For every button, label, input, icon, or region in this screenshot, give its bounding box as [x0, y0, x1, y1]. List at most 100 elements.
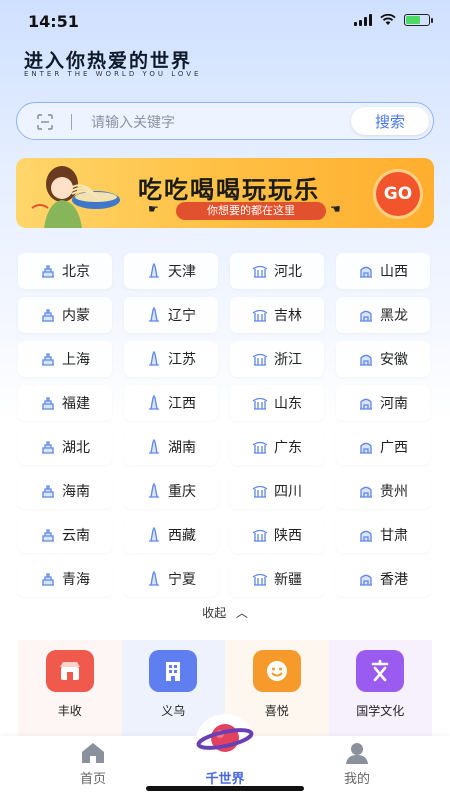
province-label: 浙江 [274, 352, 302, 368]
culture-icon [371, 659, 389, 682]
scan-icon[interactable] [37, 114, 53, 130]
province-item[interactable]: 贵州 [336, 473, 430, 509]
landmark-icon [149, 307, 159, 322]
promo-banner[interactable]: 吃吃喝喝玩玩乐 ☛ 你想要的都在这里 ☚ GO [16, 158, 434, 228]
category-label: 义乌 [161, 704, 186, 718]
landmark-icon [42, 397, 54, 410]
pointing-hand-icon: ☛ [148, 202, 159, 216]
province-item[interactable]: 青海 [18, 561, 112, 597]
province-label: 广东 [274, 440, 302, 456]
province-item[interactable]: 云南 [18, 517, 112, 553]
province-item[interactable]: 山西 [336, 253, 430, 289]
category-item[interactable]: 丰收 [18, 640, 122, 736]
banner-title: 吃吃喝喝玩玩乐 [138, 176, 320, 204]
landmark-icon [42, 353, 54, 366]
province-item[interactable]: 浙江 [230, 341, 324, 377]
page-subtitle: ENTER THE WORLD YOU LOVE [24, 70, 202, 78]
province-item[interactable]: 黑龙 [336, 297, 430, 333]
province-item[interactable]: 北京 [18, 253, 112, 289]
province-label: 陕西 [274, 528, 302, 544]
province-item[interactable]: 江苏 [124, 341, 218, 377]
category-tile [252, 650, 301, 692]
category-item[interactable]: 国学文化 [328, 640, 432, 736]
category-tile [45, 650, 94, 692]
smile-icon [266, 661, 287, 681]
province-label: 天津 [168, 264, 196, 280]
landmark-icon [360, 574, 372, 586]
province-label: 广西 [380, 440, 408, 456]
page-title: 进入你热爱的世界 [24, 50, 193, 72]
province-item[interactable]: 广东 [230, 429, 324, 465]
province-label: 山西 [380, 264, 408, 280]
go-button[interactable]: GO [376, 172, 420, 216]
tab-home-label: 首页 [79, 772, 106, 787]
status-icons [354, 14, 433, 26]
collapse-button[interactable]: 收起 ︿ [0, 604, 450, 621]
province-item[interactable]: 福建 [18, 385, 112, 421]
province-item[interactable]: 江西 [124, 385, 218, 421]
category-label: 喜悦 [264, 704, 289, 718]
province-item[interactable]: 吉林 [230, 297, 324, 333]
province-label: 宁夏 [168, 572, 196, 588]
category-label: 丰收 [57, 704, 82, 718]
landmark-icon [149, 395, 159, 410]
province-item[interactable]: 宁夏 [124, 561, 218, 597]
tab-world-label: 千世界 [205, 772, 245, 787]
province-label: 北京 [62, 264, 90, 280]
province-item[interactable]: 河南 [336, 385, 430, 421]
province-item[interactable]: 河北 [230, 253, 324, 289]
province-item[interactable]: 重庆 [124, 473, 218, 509]
province-item[interactable]: 海南 [18, 473, 112, 509]
landmark-icon [360, 398, 372, 410]
province-label: 山东 [274, 396, 302, 412]
collapse-label: 收起 [202, 606, 227, 620]
province-label: 香港 [380, 572, 408, 588]
province-label: 福建 [62, 396, 90, 412]
province-label: 上海 [62, 352, 90, 368]
status-bar: 14:51 [0, 0, 450, 44]
home-icon [82, 743, 104, 763]
landmark-icon [149, 571, 159, 586]
province-label: 内蒙 [62, 308, 90, 324]
search-button[interactable]: 搜索 [351, 107, 429, 135]
user-icon [346, 743, 368, 764]
category-tile [149, 650, 198, 692]
province-item[interactable]: 西藏 [124, 517, 218, 553]
province-label: 西藏 [168, 528, 196, 544]
province-label: 贵州 [380, 484, 408, 500]
tab-world[interactable]: 千世界 [165, 736, 285, 787]
province-item[interactable]: 天津 [124, 253, 218, 289]
landmark-icon [252, 485, 268, 498]
province-item[interactable]: 辽宁 [124, 297, 218, 333]
province-item[interactable]: 内蒙 [18, 297, 112, 333]
wifi-icon [380, 14, 396, 25]
landmark-icon [42, 309, 54, 322]
landmark-icon [252, 573, 268, 586]
landmark-icon [149, 527, 159, 542]
province-item[interactable]: 香港 [336, 561, 430, 597]
province-item[interactable]: 陕西 [230, 517, 324, 553]
province-item[interactable]: 湖南 [124, 429, 218, 465]
province-item[interactable]: 安徽 [336, 341, 430, 377]
signal-icon [354, 14, 372, 26]
province-label: 青海 [62, 572, 90, 588]
province-label: 安徽 [380, 352, 408, 368]
province-label: 四川 [274, 484, 302, 500]
province-label: 云南 [62, 528, 90, 544]
search-bar[interactable]: 搜索 [16, 102, 434, 140]
province-item[interactable]: 广西 [336, 429, 430, 465]
province-item[interactable]: 湖北 [18, 429, 112, 465]
landmark-icon [42, 441, 54, 454]
province-item[interactable]: 四川 [230, 473, 324, 509]
landmark-icon [149, 439, 159, 454]
province-item[interactable]: 甘肃 [336, 517, 430, 553]
province-item[interactable]: 上海 [18, 341, 112, 377]
tab-home[interactable]: 首页 [33, 736, 153, 787]
province-label: 江苏 [168, 352, 196, 368]
tab-mine[interactable]: 我的 [297, 736, 417, 787]
category-tile [356, 650, 405, 692]
province-item[interactable]: 山东 [230, 385, 324, 421]
province-item[interactable]: 新疆 [230, 561, 324, 597]
category-label: 国学文化 [356, 704, 405, 718]
search-input[interactable] [89, 111, 343, 135]
